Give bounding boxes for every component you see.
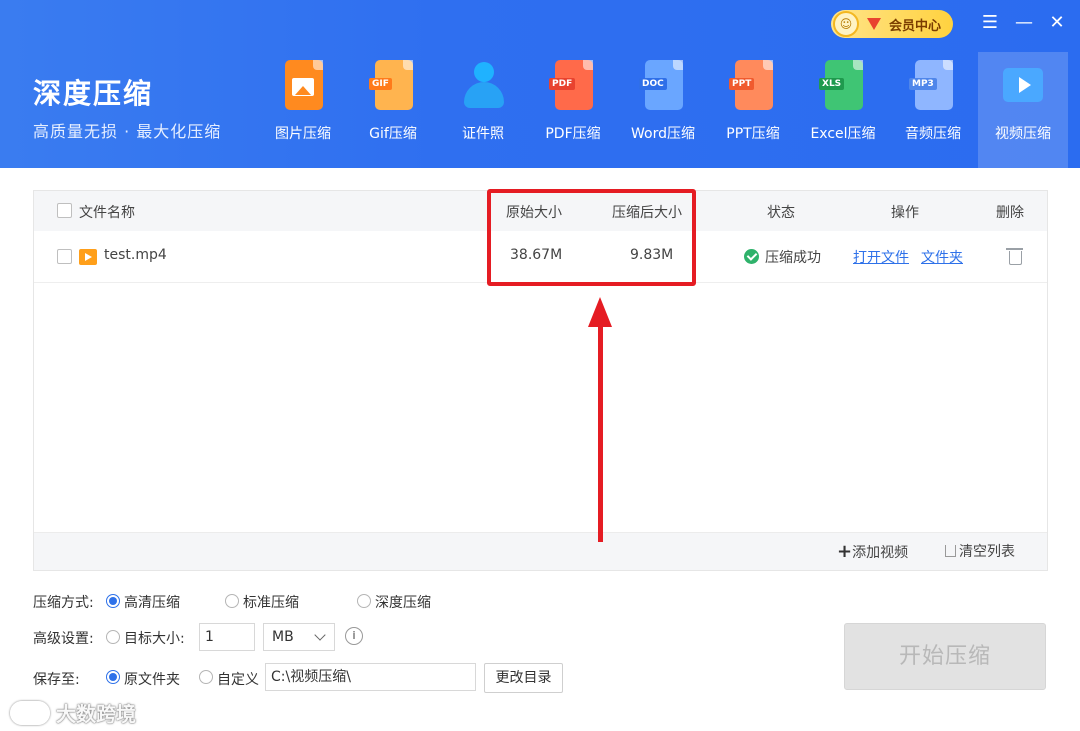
video-file-icon (79, 249, 97, 265)
tab-audio-compress[interactable]: MP3 音频压缩 (888, 52, 978, 168)
compress-mode-label: 压缩方式: (33, 595, 94, 611)
menu-icon[interactable]: ☰ (979, 12, 1001, 34)
watermark-text: 大数跨境 (56, 702, 136, 726)
tab-word-compress[interactable]: DOC Word压缩 (618, 52, 708, 168)
tab-label: Gif压缩 (369, 126, 417, 142)
radio-custom-folder[interactable] (199, 670, 213, 684)
highlight-box (487, 189, 696, 286)
pdf-icon: PDF (549, 58, 597, 116)
minimize-icon[interactable]: — (1013, 12, 1035, 34)
custom-folder-label: 自定义 (217, 672, 259, 688)
tab-label: 音频压缩 (905, 126, 961, 142)
radio-hd-compress[interactable] (106, 594, 120, 608)
tab-image-compress[interactable]: 图片压缩 (258, 52, 348, 168)
app-subtitle: 高质量无损 · 最大化压缩 (33, 122, 222, 141)
success-check-icon (744, 249, 759, 264)
audio-icon: MP3 (909, 58, 957, 116)
file-name: test.mp4 (104, 247, 167, 263)
radio-standard-compress[interactable] (225, 594, 239, 608)
add-video-label: 添加视频 (852, 545, 909, 561)
tab-pdf-compress[interactable]: PDF PDF压缩 (528, 52, 618, 168)
gem-icon (867, 18, 881, 30)
info-icon[interactable]: i (345, 627, 363, 645)
header-action: 操作 (891, 205, 919, 221)
watermark: 大数跨境 (10, 698, 136, 727)
header-delete: 删除 (996, 205, 1024, 221)
chevron-down-icon (314, 629, 326, 641)
clear-list-button[interactable]: 清空列表 (945, 541, 1015, 561)
ppt-icon: PPT (729, 58, 777, 116)
header-status: 状态 (767, 205, 795, 221)
vip-label: 会员中心 (889, 18, 942, 34)
close-icon[interactable]: ✕ (1046, 12, 1068, 34)
unit-select[interactable]: MB (263, 623, 335, 651)
tab-label: PDF压缩 (545, 126, 601, 142)
change-directory-button[interactable]: 更改目录 (484, 663, 563, 693)
original-folder-label: 原文件夹 (124, 672, 180, 688)
tab-excel-compress[interactable]: XLS Excel压缩 (798, 52, 888, 168)
tab-label: Excel压缩 (810, 126, 876, 142)
tab-label: 图片压缩 (275, 126, 331, 142)
app-header: 深度压缩 高质量无损 · 最大化压缩 ☺ 会员中心 ☰ — ✕ 图片压缩 GIF… (0, 0, 1080, 168)
word-icon: DOC (639, 58, 687, 116)
vip-center-button[interactable]: ☺ 会员中心 (831, 10, 953, 38)
tab-gif-compress[interactable]: GIF Gif压缩 (348, 52, 438, 168)
status-text: 压缩成功 (765, 250, 821, 266)
gif-icon: GIF (369, 58, 417, 116)
select-all-checkbox[interactable] (57, 203, 72, 218)
plus-icon: + (837, 541, 853, 562)
tab-id-photo[interactable]: 证件照 (438, 52, 528, 168)
save-path-input[interactable]: C:\视频压缩\ (265, 663, 476, 691)
tab-label: Word压缩 (631, 126, 695, 142)
tool-tabs: 图片压缩 GIF Gif压缩 证件照 PDF PDF压缩 DOC Word压缩 … (258, 52, 1068, 168)
target-size-label: 目标大小: (124, 631, 185, 647)
radio-deep-compress[interactable] (357, 594, 371, 608)
delete-row-icon[interactable] (1006, 248, 1023, 265)
radio-target-size[interactable] (106, 630, 120, 644)
open-file-link[interactable]: 打开文件 (853, 247, 909, 267)
video-icon (999, 58, 1047, 116)
start-compress-button[interactable]: 开始压缩 (844, 623, 1046, 690)
app-title: 深度压缩 (33, 77, 154, 110)
tab-label: 视频压缩 (995, 126, 1051, 142)
mode-standard-label: 标准压缩 (243, 595, 299, 611)
advanced-settings-label: 高级设置: (33, 631, 94, 647)
tab-video-compress[interactable]: 视频压缩 (978, 52, 1068, 168)
watermark-logo-icon (10, 700, 50, 725)
mode-deep-label: 深度压缩 (375, 595, 431, 611)
excel-icon: XLS (819, 58, 867, 116)
header-file-name: 文件名称 (79, 205, 135, 221)
mode-hd-label: 高清压缩 (124, 595, 180, 611)
unit-value: MB (272, 629, 294, 645)
add-video-button[interactable]: +添加视频 (837, 541, 908, 562)
id-photo-icon (459, 58, 507, 116)
tab-label: PPT压缩 (726, 126, 780, 142)
clear-list-label: 清空列表 (959, 544, 1015, 560)
save-to-label: 保存至: (33, 672, 80, 688)
vip-avatar-icon: ☺ (833, 11, 859, 37)
radio-original-folder[interactable] (106, 670, 120, 684)
trash-icon (945, 545, 956, 557)
open-folder-link[interactable]: 文件夹 (921, 247, 963, 267)
tab-ppt-compress[interactable]: PPT PPT压缩 (708, 52, 798, 168)
table-footer: +添加视频 清空列表 (34, 532, 1047, 570)
target-size-input[interactable]: 1 (199, 623, 255, 651)
image-icon (279, 58, 327, 116)
tab-label: 证件照 (462, 126, 504, 142)
row-checkbox[interactable] (57, 249, 72, 264)
arrow-shaft (598, 320, 603, 542)
